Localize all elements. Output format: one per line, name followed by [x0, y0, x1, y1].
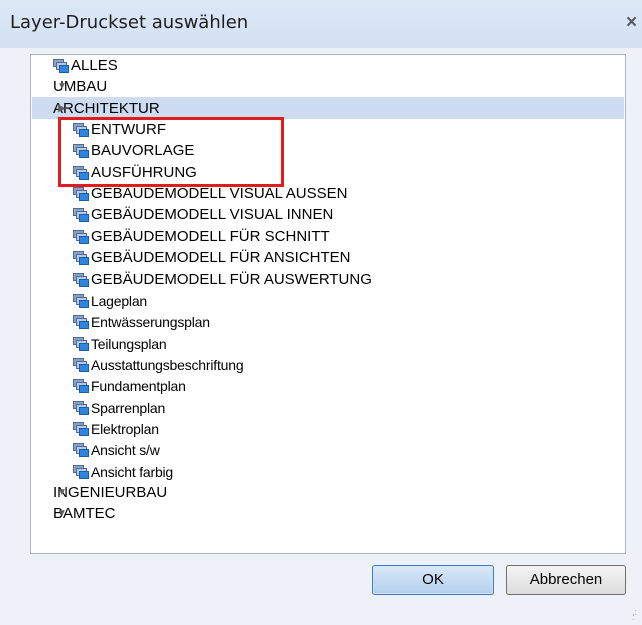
tree-item-label: ENTWURF — [91, 121, 166, 139]
layer-set-icon — [73, 293, 89, 308]
tree-item-label: GEBÄUDEMODELL FÜR AUSWERTUNG — [91, 270, 372, 288]
tree-item-label: GEBÄUDEMODELL FÜR ANSICHTEN — [91, 249, 351, 267]
layer-set-icon — [73, 187, 89, 202]
layer-set-icon — [73, 443, 89, 458]
tree-item[interactable]: Ausstattungsbeschriftung — [73, 354, 244, 376]
tree-item[interactable]: Ansicht s/w — [73, 439, 160, 461]
tree-item[interactable]: Elektroplan — [73, 418, 159, 440]
tree-item-label: Lageplan — [91, 292, 148, 309]
tree-item[interactable]: GEBÄUDEMODELL FÜR ANSICHTEN — [73, 247, 351, 269]
layer-set-icon — [73, 336, 89, 351]
tree-item-label: Ausstattungsbeschriftung — [91, 356, 244, 373]
tree-item-label: ARCHITEKTUR — [53, 99, 160, 117]
dialog-window: Layer-Druckset auswählen × ALLES ▼ UMBAU ▶ A… — [0, 0, 642, 625]
tree-item[interactable]: ENTWURF — [73, 119, 166, 141]
tree-item[interactable]: BAUVORLAGE — [73, 140, 194, 162]
layer-set-icon — [73, 165, 89, 180]
cancel-button[interactable]: Abbrechen — [506, 565, 626, 595]
tree-item[interactable]: Teilungsplan — [73, 333, 167, 355]
tree-item[interactable]: GEBÄUDEMODELL FÜR AUSWERTUNG — [73, 269, 372, 291]
tree-item-label: Elektroplan — [91, 420, 159, 437]
tree-item[interactable]: GEBÄUDEMODELL VISUAL AUSSEN — [73, 183, 347, 205]
layer-set-icon — [53, 59, 69, 73]
tree-item[interactable]: Ansicht farbig — [73, 461, 173, 483]
tree-item-label: GEBÄUDEMODELL VISUAL INNEN — [91, 206, 334, 224]
tree-item[interactable]: AUSFÜHRUNG — [73, 162, 197, 184]
layer-set-icon — [73, 208, 89, 223]
title-bar[interactable]: Layer-Druckset auswählen × — [0, 0, 642, 48]
tree-item[interactable]: Sparrenplan — [73, 397, 165, 419]
tree-item-label: Fundamentplan — [91, 378, 186, 395]
ok-button[interactable]: OK — [372, 565, 494, 595]
tree-item[interactable]: ▼ INGENIEURBAU — [53, 482, 167, 504]
tree-item-label: Ansicht farbig — [91, 463, 174, 480]
tree-item[interactable]: GEBÄUDEMODELL FÜR SCHNITT — [73, 226, 330, 248]
layer-set-icon — [73, 272, 89, 287]
tree-item[interactable]: ▶ ARCHITEKTUR — [53, 98, 160, 120]
tree-item[interactable]: ▼ UMBAU — [53, 76, 107, 98]
tree-item-label: GEBÄUDEMODELL VISUAL AUSSEN — [91, 185, 348, 203]
window-title: Layer-Druckset auswählen — [10, 12, 249, 33]
tree-item[interactable]: Lageplan — [73, 290, 147, 312]
tree-item-label: BAUVORLAGE — [91, 142, 195, 160]
tree-item-label: Ansicht s/w — [91, 442, 160, 459]
layer-set-icon — [73, 229, 89, 244]
tree-item[interactable]: Fundamentplan — [73, 375, 186, 397]
tree-item[interactable]: Entwässerungsplan — [73, 311, 210, 333]
layer-set-icon — [73, 400, 89, 415]
resize-grip[interactable]: .:: — [632, 608, 640, 622]
tree-item-label: Sparrenplan — [91, 399, 166, 416]
collapsed-arrow-icon[interactable]: ▶ — [56, 98, 68, 120]
layer-set-icon — [73, 144, 89, 159]
layer-set-icon — [73, 123, 89, 138]
tree-item[interactable]: ▼ BAMTEC — [53, 503, 116, 525]
layer-set-icon — [73, 421, 89, 436]
expanded-arrow-icon[interactable]: ▼ — [56, 503, 68, 525]
close-icon[interactable]: × — [626, 11, 642, 35]
layer-set-tree[interactable]: ALLES ▼ UMBAU ▶ ARCHITEKTUR ENTWURF BAUVORLAGE… — [30, 54, 626, 554]
layer-set-icon — [73, 315, 89, 330]
layer-set-icon — [73, 357, 89, 372]
tree-item[interactable]: ALLES — [53, 55, 118, 77]
expanded-arrow-icon[interactable]: ▼ — [56, 482, 68, 504]
tree-item-label: INGENIEURBAU — [53, 484, 168, 501]
tree-item-label: AUSFÜHRUNG — [91, 163, 197, 181]
layer-set-icon — [73, 379, 89, 394]
tree-item-label: Entwässerungsplan — [91, 314, 210, 331]
layer-set-icon — [73, 251, 89, 266]
expanded-arrow-icon[interactable]: ▼ — [56, 76, 68, 98]
tree-item-label: Teilungsplan — [91, 335, 167, 352]
layer-set-icon — [73, 464, 89, 479]
tree-item-label: GEBÄUDEMODELL FÜR SCHNITT — [91, 227, 330, 245]
tree-item[interactable]: GEBÄUDEMODELL VISUAL INNEN — [73, 204, 333, 226]
tree-item-label: ALLES — [71, 57, 118, 74]
